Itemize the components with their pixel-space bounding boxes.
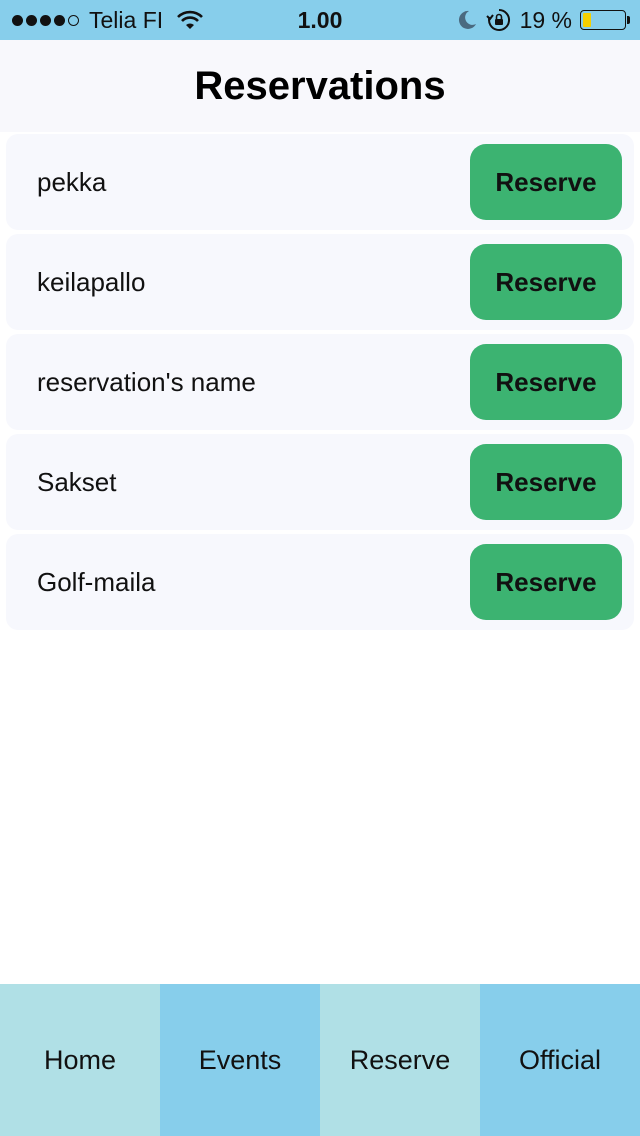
reserve-button[interactable]: Reserve	[470, 444, 622, 520]
reservation-name: pekka	[37, 166, 107, 197]
reserve-button[interactable]: Reserve	[470, 344, 622, 420]
page-title: Reservations	[194, 63, 446, 108]
battery-percent: 19 %	[519, 6, 572, 33]
tab-events[interactable]: Events	[160, 984, 320, 1136]
rotation-lock-icon	[485, 8, 510, 31]
moon-icon	[458, 10, 476, 29]
status-bar-right: 19 %	[456, 0, 630, 40]
tab-official[interactable]: Official	[480, 984, 640, 1136]
list-item: keilapallo Reserve	[6, 234, 634, 330]
tab-reserve[interactable]: Reserve	[320, 984, 480, 1136]
reserve-button[interactable]: Reserve	[470, 144, 622, 220]
reservation-name: Sakset	[37, 466, 117, 497]
battery-icon	[580, 10, 630, 30]
tab-bar: Home Events Reserve Official	[0, 984, 640, 1136]
list-item: Sakset Reserve	[6, 434, 634, 530]
reserve-button[interactable]: Reserve	[470, 544, 622, 620]
reservation-name: keilapallo	[37, 266, 146, 297]
battery-level	[583, 13, 591, 27]
list-item: reservation's name Reserve	[6, 334, 634, 430]
reservation-name: reservation's name	[37, 366, 256, 397]
reservation-list: pekka Reserve keilapallo Reserve reserva…	[6, 134, 634, 634]
header: Reservations	[0, 40, 640, 132]
reservation-name: Golf-maila	[37, 566, 156, 597]
list-item: pekka Reserve	[6, 134, 634, 230]
reserve-button[interactable]: Reserve	[470, 244, 622, 320]
tab-home[interactable]: Home	[0, 984, 160, 1136]
status-bar: Telia FI 1.00 19 %	[0, 0, 640, 40]
list-item: Golf-maila Reserve	[6, 534, 634, 630]
